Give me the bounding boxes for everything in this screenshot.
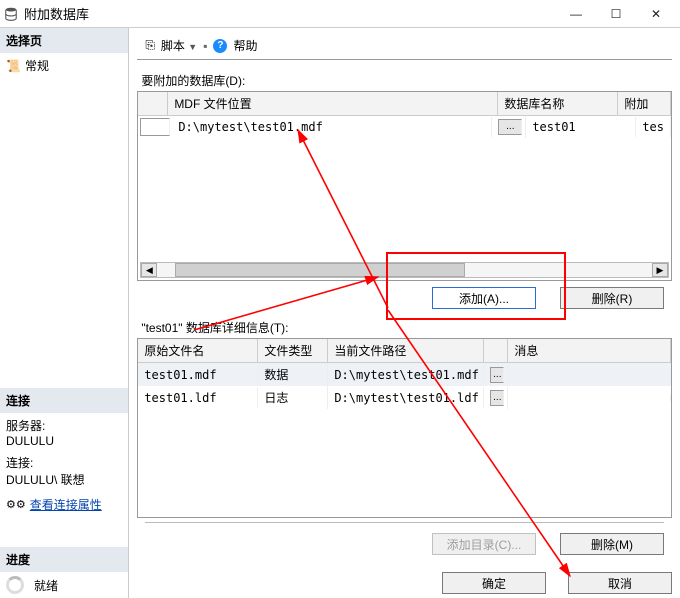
table-row[interactable]: D:\mytest\test01.mdf ... test01 tes (138, 116, 671, 138)
cell-filepath: D:\mytest\test01.mdf (328, 365, 484, 385)
chevron-down-icon: ▼ (188, 42, 197, 52)
sidebar-item-general[interactable]: 📜 常规 (6, 57, 122, 74)
server-label: 服务器: (6, 417, 122, 434)
sidebar-item-label: 常规 (25, 57, 49, 74)
scrollbar-thumb[interactable] (175, 263, 465, 277)
databases-grid-header: MDF 文件位置 数据库名称 附加 (138, 92, 671, 116)
server-value: DULULU (6, 434, 122, 448)
databases-grid: MDF 文件位置 数据库名称 附加 D:\mytest\test01.mdf .… (137, 91, 672, 281)
col-attach-as: 附加 (618, 92, 671, 115)
browse-button[interactable]: ... (490, 390, 504, 406)
cell-attach-as: tes (636, 117, 671, 137)
db-details-label: "test01" 数据库详细信息(T): (141, 319, 672, 336)
col-mdf-location: MDF 文件位置 (168, 92, 498, 115)
script-dropdown[interactable]: 脚本 ▼ (161, 37, 197, 54)
database-icon (4, 7, 18, 21)
cell-filename: test01.ldf (138, 388, 258, 408)
table-row[interactable]: test01.ldf 日志 D:\mytest\test01.ldf ... (138, 386, 671, 409)
progress-status-row: 就绪 (6, 576, 122, 594)
connection-label: 连接: (6, 454, 122, 471)
title-bar: 附加数据库 — ☐ ✕ (0, 0, 680, 28)
col-filename: 原始文件名 (138, 339, 258, 362)
minimize-button[interactable]: — (556, 3, 596, 25)
main-panel: ⎘ 脚本 ▼ ▪ ? 帮助 要附加的数据库(D): MDF 文件位置 数据库名称… (129, 28, 680, 598)
row-selector[interactable] (140, 118, 170, 136)
cell-mdf-location: D:\mytest\test01.mdf (172, 117, 492, 137)
col-filetype: 文件类型 (258, 339, 328, 362)
cancel-button[interactable]: 取消 (568, 572, 672, 594)
connection-properties-icon: ⚙⚙ (6, 498, 26, 511)
cell-filepath: D:\mytest\test01.ldf (328, 388, 484, 408)
help-icon: ? (213, 39, 227, 53)
scroll-left-icon[interactable]: ◀ (141, 263, 157, 277)
horizontal-scrollbar[interactable]: ◀ ▶ (140, 262, 669, 278)
progress-spinner-icon (6, 576, 24, 594)
cell-db-name: test01 (526, 117, 636, 137)
add-button[interactable]: 添加(A)... (432, 287, 536, 309)
separator (145, 522, 664, 523)
toolbar-separator: ▪ (203, 39, 207, 53)
browse-button[interactable]: ... (498, 119, 522, 135)
add-directory-button: 添加目录(C)... (432, 533, 536, 555)
col-message: 消息 (508, 339, 671, 362)
browse-button[interactable]: ... (490, 367, 504, 383)
scroll-right-icon[interactable]: ▶ (652, 263, 668, 277)
col-filepath: 当前文件路径 (328, 339, 484, 362)
details-grid: 原始文件名 文件类型 当前文件路径 消息 test01.mdf 数据 D:\my… (137, 338, 672, 518)
remove-button[interactable]: 删除(R) (560, 287, 664, 309)
connection-info: 服务器: DULULU 连接: DULULU\ 联想 ⚙⚙ 查看连接属性 (0, 413, 128, 517)
sidebar: 选择页 📜 常规 连接 服务器: DULULU 连接: DULULU\ 联想 ⚙… (0, 28, 129, 598)
script-page-icon: 📜 (6, 59, 21, 73)
connection-value: DULULU\ 联想 (6, 471, 122, 488)
window-title: 附加数据库 (24, 4, 556, 23)
ok-button[interactable]: 确定 (442, 572, 546, 594)
cell-message (508, 372, 671, 378)
cell-filetype: 数据 (258, 363, 328, 386)
details-grid-header: 原始文件名 文件类型 当前文件路径 消息 (138, 339, 671, 363)
connection-header: 连接 (0, 388, 128, 413)
table-row[interactable]: test01.mdf 数据 D:\mytest\test01.mdf ... (138, 363, 671, 386)
cell-filetype: 日志 (258, 386, 328, 409)
remove-file-button[interactable]: 删除(M) (560, 533, 664, 555)
close-button[interactable]: ✕ (636, 3, 676, 25)
select-page-header: 选择页 (0, 28, 128, 53)
attach-db-label: 要附加的数据库(D): (141, 72, 672, 89)
maximize-button[interactable]: ☐ (596, 3, 636, 25)
view-connection-link[interactable]: 查看连接属性 (30, 496, 102, 513)
progress-status-label: 就绪 (34, 577, 58, 594)
col-db-name: 数据库名称 (498, 92, 618, 115)
script-icon: ⎘ (145, 38, 155, 53)
progress-header: 进度 (0, 547, 128, 572)
help-button[interactable]: 帮助 (233, 37, 257, 54)
cell-filename: test01.mdf (138, 365, 258, 385)
cell-message (508, 395, 671, 401)
toolbar: ⎘ 脚本 ▼ ▪ ? 帮助 (137, 32, 672, 60)
